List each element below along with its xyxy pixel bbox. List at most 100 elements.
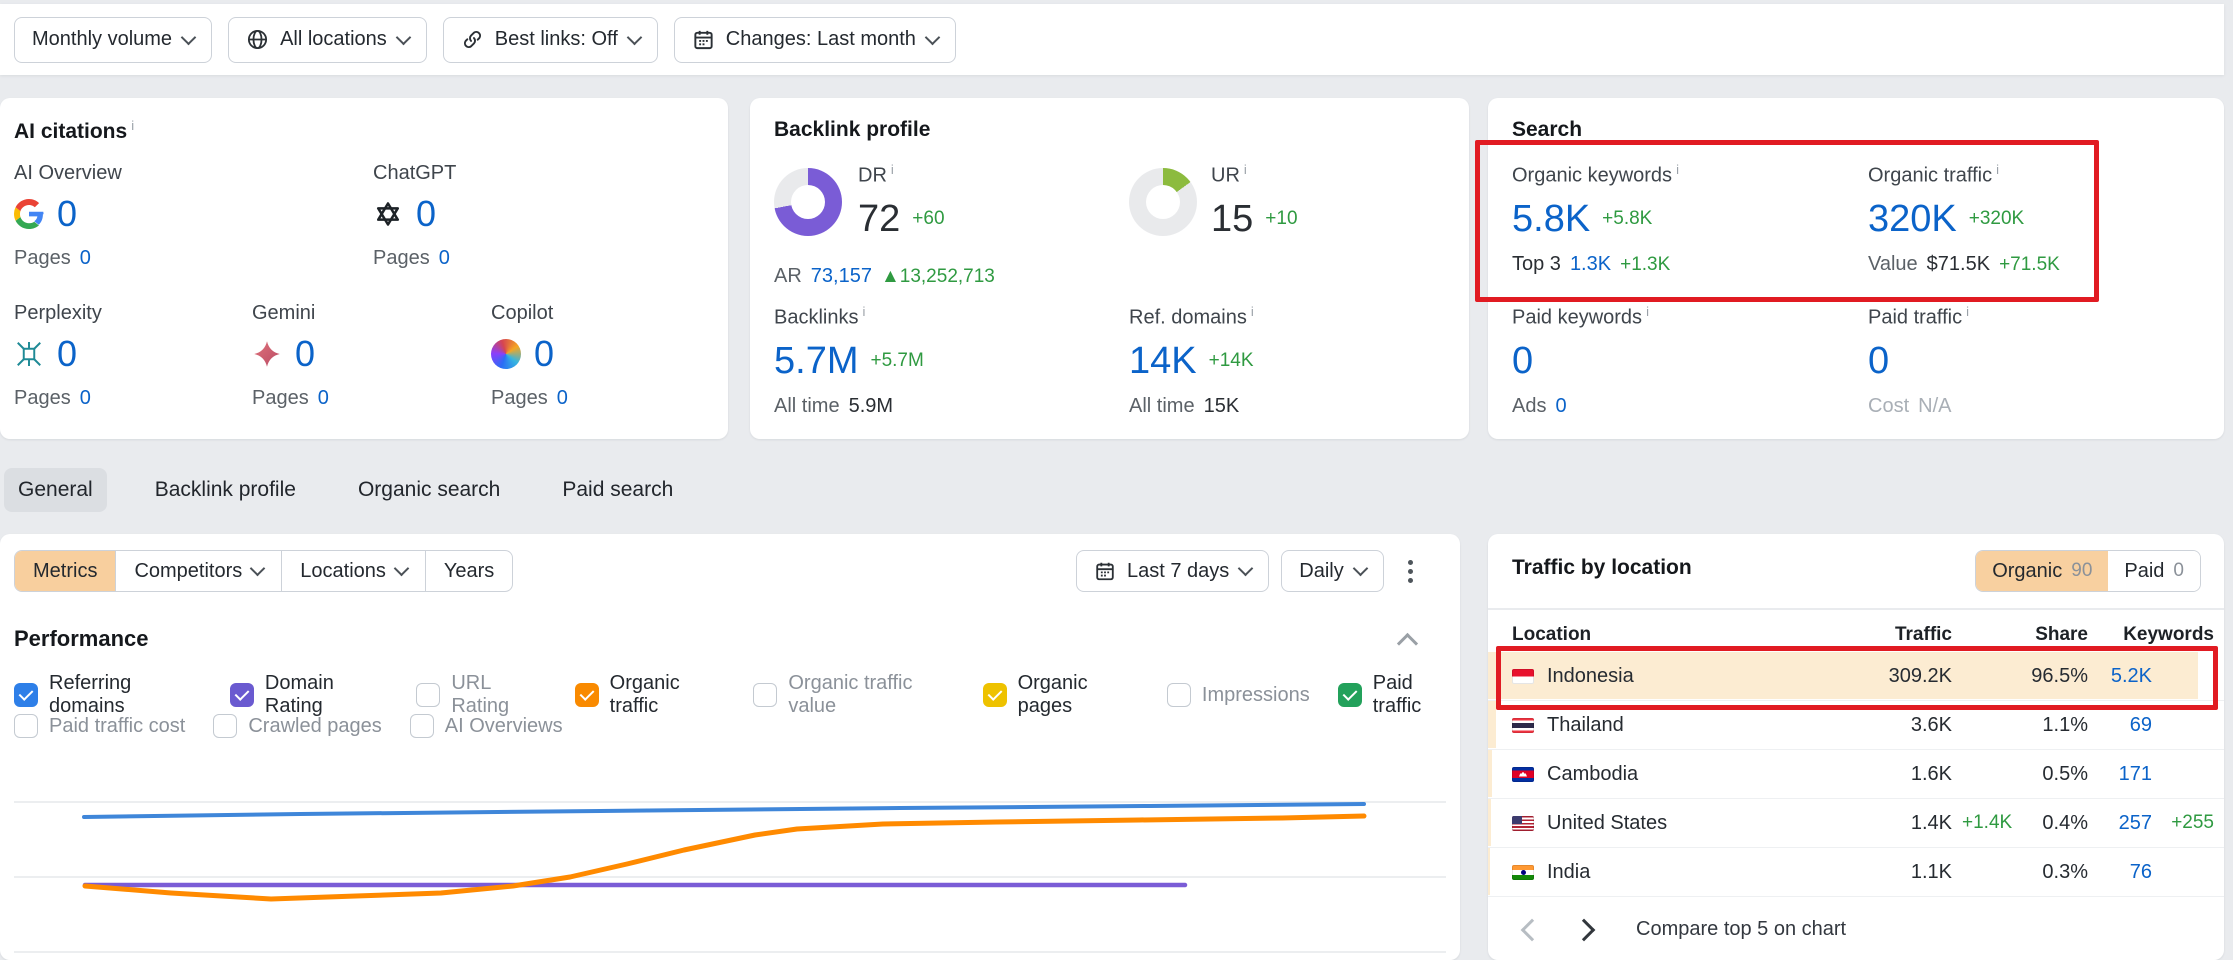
pages-link[interactable]: 0 <box>80 247 91 270</box>
gemini-value[interactable]: 0 <box>295 333 315 375</box>
organic-keywords-label: Organic keywordsi <box>1512 162 1679 188</box>
chevron-down-icon <box>925 29 941 45</box>
info-icon[interactable]: i <box>131 118 134 133</box>
organic-traffic-label: Organic traffici <box>1868 162 2060 188</box>
pages-link[interactable]: 0 <box>80 387 91 410</box>
location-name: Indonesia <box>1547 665 1634 688</box>
keywords-link[interactable]: 69 <box>2088 714 2152 737</box>
traffic-value: 309.2K <box>1842 665 1952 688</box>
locations-table-body: Indonesia 309.2K 96.5% 5.2K Thailand 3.6… <box>1488 652 2224 897</box>
chevron-down-icon <box>1352 561 1368 577</box>
toggle-crawled-pages[interactable]: Crawled pages <box>213 714 381 738</box>
segment-years[interactable]: Years <box>425 551 512 591</box>
paid-keywords-value[interactable]: 0 <box>1512 340 1533 383</box>
info-icon[interactable]: i <box>862 304 865 319</box>
tab-paid-search[interactable]: Paid search <box>548 468 687 512</box>
keywords-link[interactable]: 76 <box>2088 861 2152 884</box>
info-icon[interactable]: i <box>1251 304 1254 319</box>
location-column-header[interactable]: Location <box>1512 624 1842 646</box>
traffic-value: 1.6K <box>1842 763 1952 786</box>
keywords-link[interactable]: 257 <box>2088 812 2152 835</box>
table-row-india[interactable]: India 1.1K 0.3% 76 <box>1488 848 2224 897</box>
toggle-referring-domains[interactable]: Referring domains <box>14 672 202 718</box>
toggle-paid-traffic[interactable]: Paid traffic <box>1338 672 1460 718</box>
toggle-url-rating[interactable]: URL Rating <box>416 672 546 718</box>
pages-link[interactable]: 0 <box>557 387 568 410</box>
divider <box>1488 608 2224 610</box>
top3-label: Top 3 <box>1512 253 1561 276</box>
table-row-indonesia[interactable]: Indonesia 309.2K 96.5% 5.2K <box>1488 652 2224 701</box>
keywords-link[interactable]: 5.2K <box>2088 665 2152 688</box>
toggle-ai-overviews[interactable]: AI Overviews <box>410 714 563 738</box>
best-links-filter[interactable]: Best links: Off <box>443 17 658 63</box>
info-icon[interactable]: i <box>891 162 894 177</box>
segment-metrics[interactable]: Metrics <box>15 551 115 591</box>
share-value: 0.5% <box>2004 763 2088 786</box>
toggle-organic-traffic-value[interactable]: Organic traffic value <box>753 672 954 718</box>
ar-label: AR <box>774 265 802 288</box>
info-icon[interactable]: i <box>1996 162 1999 177</box>
site-explorer-overview: Monthly volume All locations Best links:… <box>0 0 2233 960</box>
dr-label: DRi <box>858 162 945 188</box>
pages-label: Pages <box>373 247 430 270</box>
toggle-impressions[interactable]: Impressions <box>1167 683 1310 707</box>
info-icon[interactable]: i <box>1966 304 1969 319</box>
collapse-section-icon[interactable] <box>1397 633 1418 654</box>
alltime-label: All time <box>1129 395 1195 418</box>
compare-top5-label[interactable]: Compare top 5 on chart <box>1636 918 1846 941</box>
date-range-button[interactable]: Last 7 days <box>1076 550 1269 592</box>
info-icon[interactable]: i <box>1676 162 1679 177</box>
info-icon[interactable]: i <box>1646 304 1649 319</box>
segment-locations[interactable]: Locations <box>281 551 425 591</box>
keywords-column-header[interactable]: Keywords <box>2088 624 2214 646</box>
pages-link[interactable]: 0 <box>439 247 450 270</box>
changes-filter[interactable]: Changes: Last month <box>674 17 956 63</box>
perplexity-value[interactable]: 0 <box>57 333 77 375</box>
previous-page-icon[interactable] <box>1521 919 1544 942</box>
tab-backlink-profile[interactable]: Backlink profile <box>141 468 310 512</box>
toggle-organic-pages[interactable]: Organic pages <box>983 672 1139 718</box>
toggle-paid-traffic-cost[interactable]: Paid traffic cost <box>14 714 185 738</box>
ref-domains-label: Ref. domainsi <box>1129 304 1254 330</box>
metric-toggles-row-1: Referring domains Domain Rating URL Rati… <box>14 672 1460 718</box>
traffic-column-header[interactable]: Traffic <box>1842 624 1952 646</box>
info-icon[interactable]: i <box>1244 162 1247 177</box>
segment-competitors[interactable]: Competitors <box>115 551 281 591</box>
share-column-header[interactable]: Share <box>2004 624 2088 646</box>
organic-traffic-value[interactable]: 320K <box>1868 198 1957 241</box>
tab-general[interactable]: General <box>4 468 107 512</box>
table-row-thailand[interactable]: Thailand 3.6K 1.1% 69 <box>1488 701 2224 750</box>
table-row-cambodia[interactable]: Cambodia 1.6K 0.5% 171 <box>1488 750 2224 799</box>
kebab-menu-icon[interactable] <box>1408 569 1413 574</box>
backlinks-label: Backlinksi <box>774 304 924 330</box>
copilot-value[interactable]: 0 <box>534 333 554 375</box>
table-row-united-states[interactable]: United States 1.4K +1.4K 0.4% 257 +255 <box>1488 799 2224 848</box>
top3-value-link[interactable]: 1.3K <box>1570 253 1611 276</box>
keywords-link[interactable]: 171 <box>2088 763 2152 786</box>
next-page-icon[interactable] <box>1573 919 1596 942</box>
date-controls: Last 7 days Daily <box>1076 550 1425 592</box>
granularity-button[interactable]: Daily <box>1281 550 1383 592</box>
chatgpt-value[interactable]: 0 <box>416 193 436 235</box>
tab-organic-search[interactable]: Organic search <box>344 468 514 512</box>
monthly-volume-filter[interactable]: Monthly volume <box>14 17 212 63</box>
paid-toggle-button[interactable]: Paid 0 <box>2108 551 2200 591</box>
backlinks-value[interactable]: 5.7M <box>774 340 858 383</box>
ai-overview-value[interactable]: 0 <box>57 193 77 235</box>
performance-line-chart[interactable] <box>0 750 1460 960</box>
traffic-by-location-card: Traffic by location Organic 90 Paid 0 Lo… <box>1488 534 2224 960</box>
organic-keywords-value[interactable]: 5.8K <box>1512 198 1590 241</box>
ar-value-link[interactable]: 73,157 <box>811 265 872 288</box>
paid-traffic-value[interactable]: 0 <box>1868 340 1889 383</box>
ads-value-link[interactable]: 0 <box>1555 395 1566 418</box>
checkbox-unchecked-icon <box>1167 683 1191 707</box>
ref-domains-value[interactable]: 14K <box>1129 340 1197 383</box>
chatgpt-knot-icon <box>373 199 403 229</box>
toggle-domain-rating[interactable]: Domain Rating <box>230 672 388 718</box>
toggle-organic-traffic[interactable]: Organic traffic <box>575 672 726 718</box>
organic-toggle-button[interactable]: Organic 90 <box>1976 551 2108 591</box>
changes-filter-label: Changes: Last month <box>726 28 916 51</box>
locations-filter[interactable]: All locations <box>228 17 427 63</box>
copilot-label: Copilot <box>491 302 721 325</box>
pages-link[interactable]: 0 <box>318 387 329 410</box>
